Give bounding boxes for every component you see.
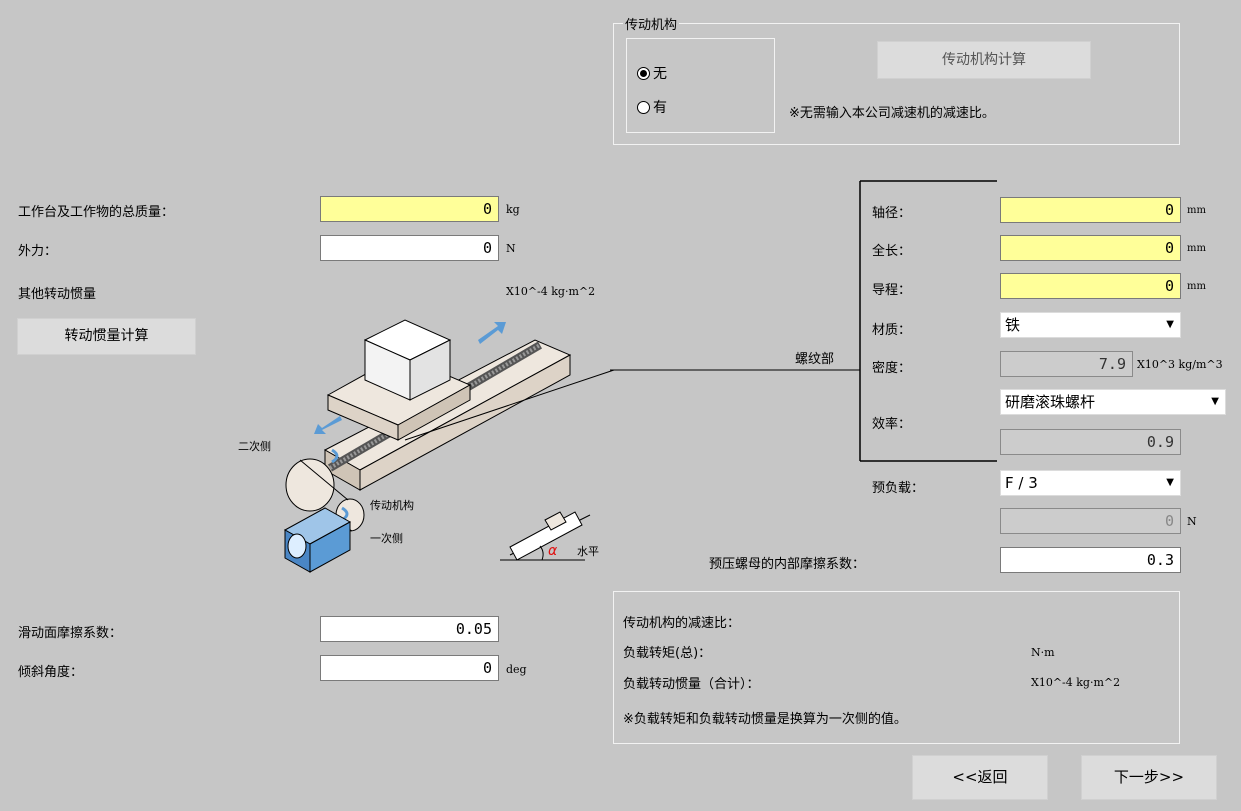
dropdown-arrow-icon: ▼ [1166, 319, 1174, 330]
external-force-unit: N [506, 242, 516, 255]
preload-select[interactable]: F / 3 ▼ [1000, 470, 1181, 496]
diameter-unit: mm [1187, 205, 1206, 216]
total-mass-unit: kg [506, 203, 520, 216]
friction-label: 滑动面摩擦系数： [18, 626, 123, 641]
preload-force-field: 0 [1000, 508, 1181, 534]
mechanism-note: ※无需输入本公司减速机的减速比。 [789, 106, 995, 121]
results-note: ※负载转矩和负载转动惯量是换算为一次侧的值。 [623, 712, 907, 727]
material-select[interactable]: 铁 ▼ [1000, 312, 1181, 338]
mechanism-diagram-label: 传动机构 [370, 499, 414, 512]
load-inertia-label: 负载转动惯量（合计）： [623, 677, 760, 692]
incline-input[interactable]: 0 [320, 655, 499, 681]
radio-selected-icon [637, 66, 650, 80]
lead-unit: mm [1187, 281, 1206, 292]
external-force-input[interactable]: 0 [320, 235, 499, 261]
ball-screw-illustration [283, 319, 630, 573]
dropdown-arrow-icon: ▼ [1166, 477, 1174, 488]
primary-side-label: 一次侧 [370, 532, 403, 545]
nut-friction-input[interactable]: 0.3 [1000, 547, 1181, 573]
screw-part-label: 螺纹部 [795, 352, 835, 367]
preload-label: 预负载： [872, 481, 925, 496]
arrow-forward-icon [478, 322, 506, 344]
arrow-back-icon [314, 416, 342, 434]
total-mass-input[interactable]: 0 [320, 196, 499, 222]
load-torque-unit: N·m [1031, 646, 1055, 659]
inertia-calc-button[interactable]: 转动惯量计算 [17, 318, 196, 355]
back-button[interactable]: <<返回 [912, 755, 1048, 800]
diameter-input[interactable]: 0 [1000, 197, 1181, 223]
efficiency-type-select[interactable]: 研磨滚珠螺杆 ▼ [1000, 389, 1226, 415]
lead-input[interactable]: 0 [1000, 273, 1181, 299]
incline-unit: deg [506, 663, 527, 676]
mechanism-option-yes[interactable]: 有 [637, 97, 667, 117]
mechanism-group-title: 传动机构 [623, 14, 680, 33]
mechanism-radio-box [626, 38, 775, 133]
length-unit: mm [1187, 243, 1206, 254]
material-label: 材质： [872, 323, 912, 338]
mechanism-calc-button[interactable]: 传动机构计算 [877, 41, 1091, 79]
density-unit: X10^3 kg/m^3 [1137, 358, 1223, 371]
screw-bracket [610, 180, 997, 462]
total-mass-label: 工作台及工作物的总质量： [18, 205, 175, 220]
reduction-ratio-label: 传动机构的减速比： [623, 616, 741, 631]
load-torque-label: 负载转矩(总)： [623, 646, 712, 661]
density-label: 密度： [872, 361, 912, 376]
other-inertia-label: 其他转动惯量 [18, 287, 97, 302]
alpha-label: α [548, 543, 558, 559]
horizontal-label: 水平 [577, 545, 599, 558]
secondary-side-label: 二次侧 [238, 440, 271, 453]
mechanism-option-none[interactable]: 无 [637, 63, 667, 83]
length-input[interactable]: 0 [1000, 235, 1181, 261]
length-label: 全长： [872, 244, 912, 259]
other-inertia-unit: X10^-4 kg·m^2 [506, 285, 596, 298]
next-button[interactable]: 下一步>> [1081, 755, 1217, 800]
density-field: 7.9 [1000, 351, 1133, 377]
radio-unselected-icon [637, 100, 650, 114]
load-inertia-unit: X10^-4 kg·m^2 [1031, 676, 1121, 689]
friction-input[interactable]: 0.05 [320, 616, 499, 642]
external-force-label: 外力： [18, 244, 58, 259]
efficiency-field: 0.9 [1000, 429, 1181, 455]
diameter-label: 轴径： [872, 206, 912, 221]
incline-label: 倾斜角度： [18, 665, 84, 680]
lead-label: 导程： [872, 283, 912, 298]
nut-friction-label: 预压螺母的内部摩擦系数： [709, 557, 866, 572]
efficiency-label: 效率： [872, 417, 912, 432]
dropdown-arrow-icon: ▼ [1211, 396, 1219, 407]
preload-force-unit: N [1187, 515, 1197, 528]
